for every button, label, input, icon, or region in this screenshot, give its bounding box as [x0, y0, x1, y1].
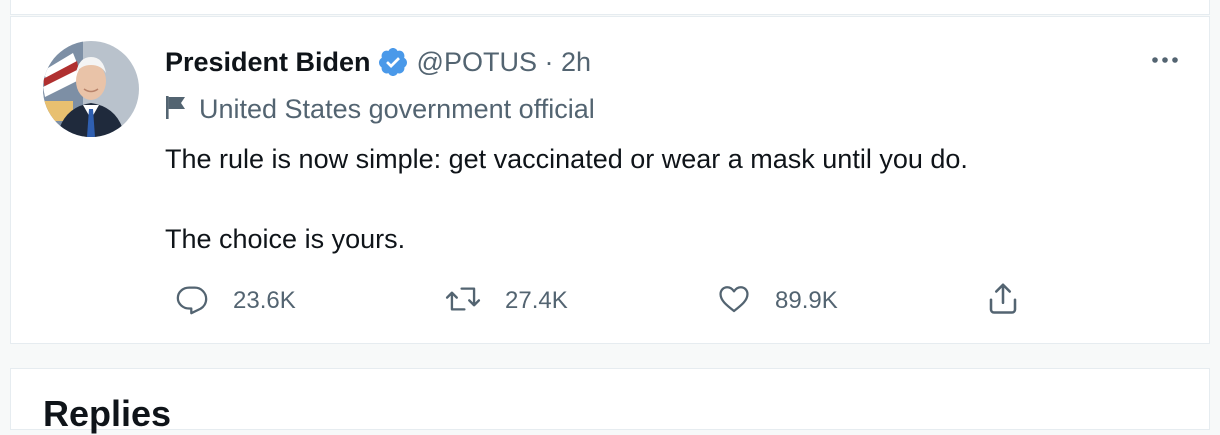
tweet-text: The rule is now simple: get vaccinated o… — [165, 139, 1165, 259]
tweet-text-line: The rule is now simple: get vaccinated o… — [165, 144, 968, 174]
verified-badge-icon — [377, 46, 409, 78]
avatar-photo — [43, 41, 139, 137]
retweet-button[interactable]: 27.4K — [445, 279, 568, 323]
replies-section: Replies — [10, 368, 1210, 434]
label-text: United States government official — [199, 93, 595, 124]
tweet-text-line: The choice is yours. — [165, 224, 406, 254]
reply-button[interactable]: 23.6K — [175, 279, 296, 323]
like-button[interactable]: 89.9K — [717, 279, 838, 323]
like-icon — [717, 282, 751, 321]
flag-icon — [165, 94, 187, 125]
replies-heading: Replies — [43, 393, 172, 434]
more-icon[interactable] — [1145, 45, 1185, 75]
previous-card — [10, 0, 1210, 15]
avatar[interactable] — [43, 41, 139, 137]
share-button[interactable] — [985, 279, 1021, 323]
retweet-icon — [445, 282, 481, 321]
action-bar: 23.6K 27.4K 89.9K — [165, 279, 1165, 323]
tweet-header: President Biden @POTUS · 2h — [165, 41, 591, 83]
tweet-card[interactable]: President Biden @POTUS · 2h United State… — [10, 16, 1210, 344]
retweet-count: 27.4K — [505, 287, 568, 314]
reply-count: 23.6K — [233, 287, 296, 314]
reply-icon — [175, 282, 209, 321]
author-name[interactable]: President Biden — [165, 47, 371, 78]
government-label[interactable]: United States government official — [165, 91, 595, 127]
like-count: 89.9K — [775, 287, 838, 314]
handle-and-time[interactable]: @POTUS · 2h — [417, 47, 591, 78]
share-icon — [985, 280, 1021, 323]
